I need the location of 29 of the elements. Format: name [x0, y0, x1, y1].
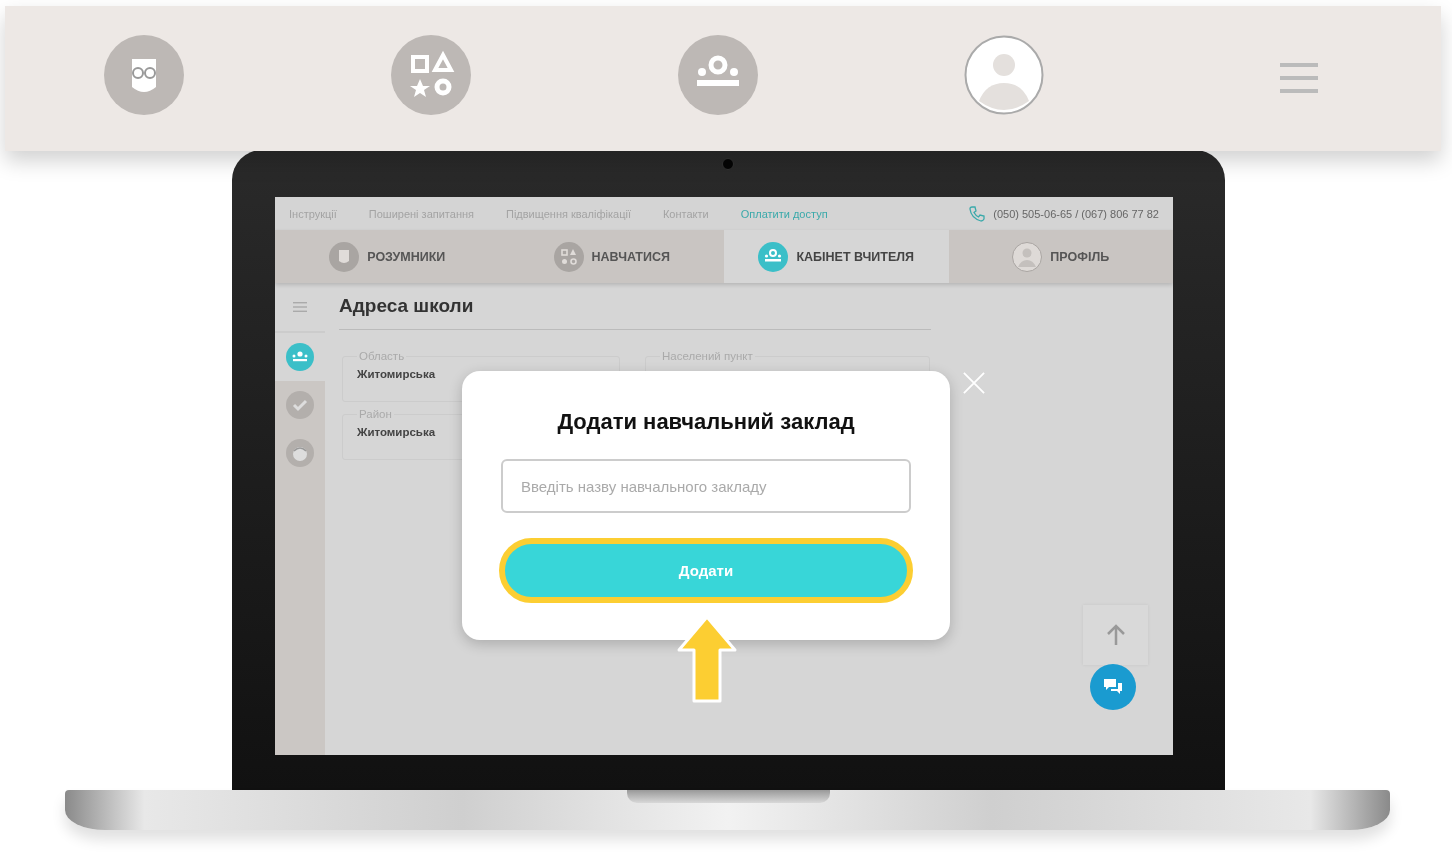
main-tab[interactable]: РОЗУМНИКИ — [275, 230, 500, 283]
profile-icon[interactable] — [964, 34, 1044, 115]
menu-icon[interactable] — [1280, 62, 1318, 95]
field-value: Житомирська — [357, 368, 436, 380]
close-icon[interactable] — [963, 372, 985, 394]
webcam-dot — [722, 158, 734, 170]
menu-icon[interactable] — [293, 302, 307, 312]
chat-button[interactable] — [1090, 664, 1136, 710]
teacher-icon[interactable] — [678, 34, 758, 115]
shapes-icon — [553, 241, 584, 272]
field-value: Житомирська — [357, 426, 436, 438]
scroll-up-button[interactable] — [1083, 605, 1148, 665]
input-field[interactable]: Введіть назву навчального закладу — [501, 459, 911, 513]
page-title: Адреса школи — [339, 295, 931, 330]
main-tab[interactable]: КАБІНЕТ ВЧИТЕЛЯ — [724, 230, 949, 283]
up-arrow-icon — [1105, 624, 1126, 646]
dialog-title: Додати навчальний заклад — [557, 409, 855, 435]
profile-icon — [1012, 241, 1043, 272]
shapes-icon[interactable] — [391, 34, 471, 115]
phone-number: (050) 505-06-65 / (067) 806 77 82 — [993, 207, 1159, 220]
checkmark-icon — [286, 391, 314, 419]
add-button[interactable]: Додати — [499, 538, 913, 603]
top-link[interactable]: Оплатити доступ — [740, 207, 828, 220]
main-tab[interactable]: НАВЧАТИСЯ — [499, 230, 724, 283]
teacher-icon — [286, 343, 314, 371]
sidebar-item[interactable] — [275, 333, 325, 381]
teacher-icon — [758, 241, 789, 272]
phone-icon — [969, 205, 986, 222]
main-tab[interactable]: ПРОФІЛЬ — [948, 230, 1173, 283]
